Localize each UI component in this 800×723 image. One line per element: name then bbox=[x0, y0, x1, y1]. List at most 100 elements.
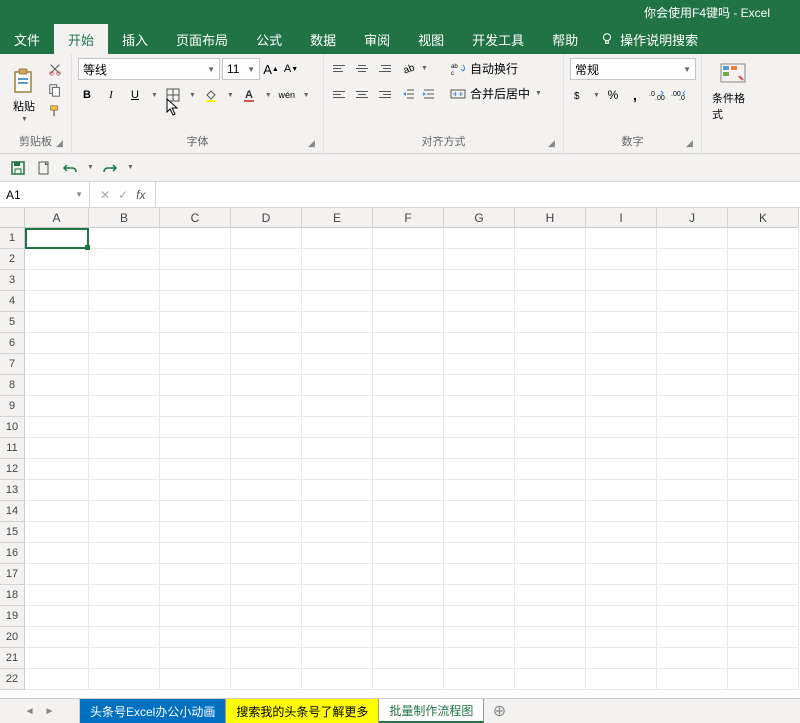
cell[interactable] bbox=[231, 417, 302, 438]
cell[interactable] bbox=[586, 669, 657, 690]
cell[interactable] bbox=[89, 417, 160, 438]
cell[interactable] bbox=[160, 669, 231, 690]
cell[interactable] bbox=[728, 669, 799, 690]
increase-indent-button[interactable] bbox=[420, 85, 438, 103]
tab-home[interactable]: 开始 bbox=[54, 24, 108, 54]
cell[interactable] bbox=[160, 333, 231, 354]
row-header[interactable]: 4 bbox=[0, 291, 25, 312]
qat-new-button[interactable] bbox=[34, 158, 54, 178]
cell[interactable] bbox=[160, 417, 231, 438]
cell[interactable] bbox=[586, 396, 657, 417]
cell[interactable] bbox=[657, 543, 728, 564]
bold-button[interactable]: B bbox=[78, 86, 96, 104]
qat-redo-button[interactable] bbox=[100, 158, 120, 178]
cell[interactable] bbox=[89, 396, 160, 417]
row-header[interactable]: 9 bbox=[0, 396, 25, 417]
cell[interactable] bbox=[444, 669, 515, 690]
cell[interactable] bbox=[586, 543, 657, 564]
cell[interactable] bbox=[515, 249, 586, 270]
cell[interactable] bbox=[586, 228, 657, 249]
cell[interactable] bbox=[515, 480, 586, 501]
cell[interactable] bbox=[302, 459, 373, 480]
tab-file[interactable]: 文件 bbox=[0, 24, 54, 54]
cell[interactable] bbox=[586, 480, 657, 501]
cell[interactable] bbox=[728, 648, 799, 669]
cell[interactable] bbox=[373, 648, 444, 669]
cell[interactable] bbox=[728, 501, 799, 522]
cell[interactable] bbox=[515, 417, 586, 438]
cell[interactable] bbox=[657, 438, 728, 459]
tab-help[interactable]: 帮助 bbox=[538, 24, 592, 54]
cell[interactable] bbox=[728, 270, 799, 291]
cell[interactable] bbox=[302, 480, 373, 501]
cell[interactable] bbox=[657, 270, 728, 291]
row-header[interactable]: 8 bbox=[0, 375, 25, 396]
cell[interactable] bbox=[89, 270, 160, 291]
cell[interactable] bbox=[25, 396, 89, 417]
align-left-button[interactable] bbox=[330, 84, 350, 104]
cell[interactable] bbox=[89, 627, 160, 648]
cell[interactable] bbox=[25, 585, 89, 606]
cell[interactable] bbox=[160, 606, 231, 627]
tell-me-search[interactable]: 操作说明搜索 bbox=[600, 24, 698, 54]
cell[interactable] bbox=[160, 312, 231, 333]
cell[interactable] bbox=[89, 669, 160, 690]
cell[interactable] bbox=[373, 375, 444, 396]
cell[interactable] bbox=[373, 669, 444, 690]
cell[interactable] bbox=[586, 249, 657, 270]
border-button[interactable] bbox=[164, 86, 182, 104]
decrease-indent-button[interactable] bbox=[400, 85, 418, 103]
align-right-button[interactable] bbox=[374, 84, 394, 104]
column-header[interactable]: D bbox=[231, 208, 302, 228]
cell[interactable] bbox=[515, 606, 586, 627]
row-header[interactable]: 10 bbox=[0, 417, 25, 438]
cell[interactable] bbox=[515, 501, 586, 522]
cell[interactable] bbox=[515, 270, 586, 291]
cell[interactable] bbox=[373, 312, 444, 333]
cell[interactable] bbox=[89, 438, 160, 459]
cell[interactable] bbox=[89, 375, 160, 396]
cell[interactable] bbox=[515, 543, 586, 564]
cell[interactable] bbox=[657, 228, 728, 249]
row-header[interactable]: 6 bbox=[0, 333, 25, 354]
cell[interactable] bbox=[657, 648, 728, 669]
align-center-button[interactable] bbox=[352, 84, 372, 104]
cell[interactable] bbox=[231, 228, 302, 249]
cell[interactable] bbox=[231, 585, 302, 606]
cell[interactable] bbox=[444, 417, 515, 438]
cell[interactable] bbox=[89, 543, 160, 564]
column-header[interactable]: J bbox=[657, 208, 728, 228]
column-header[interactable]: G bbox=[444, 208, 515, 228]
row-header[interactable]: 18 bbox=[0, 585, 25, 606]
cell[interactable] bbox=[728, 375, 799, 396]
clipboard-dialog-launcher[interactable]: ◢ bbox=[56, 138, 68, 150]
cell[interactable] bbox=[373, 291, 444, 312]
cell[interactable] bbox=[25, 522, 89, 543]
row-header[interactable]: 21 bbox=[0, 648, 25, 669]
cell[interactable] bbox=[25, 564, 89, 585]
cell[interactable] bbox=[515, 396, 586, 417]
cell[interactable] bbox=[515, 459, 586, 480]
cell[interactable] bbox=[657, 333, 728, 354]
cell[interactable] bbox=[160, 480, 231, 501]
cell[interactable] bbox=[586, 354, 657, 375]
cell[interactable] bbox=[444, 375, 515, 396]
cell[interactable] bbox=[657, 627, 728, 648]
underline-button[interactable]: U bbox=[126, 86, 144, 104]
tab-view[interactable]: 视图 bbox=[404, 24, 458, 54]
cell[interactable] bbox=[25, 669, 89, 690]
cell[interactable] bbox=[586, 564, 657, 585]
cell[interactable] bbox=[728, 585, 799, 606]
cell[interactable] bbox=[373, 354, 444, 375]
select-all-corner[interactable] bbox=[0, 208, 25, 228]
cell[interactable] bbox=[231, 270, 302, 291]
cell[interactable] bbox=[302, 270, 373, 291]
cell[interactable] bbox=[25, 312, 89, 333]
cell[interactable] bbox=[586, 627, 657, 648]
cell[interactable] bbox=[444, 564, 515, 585]
row-header[interactable]: 17 bbox=[0, 564, 25, 585]
cell[interactable] bbox=[302, 522, 373, 543]
sheet-nav-next[interactable]: ► bbox=[45, 706, 55, 717]
cell[interactable] bbox=[160, 501, 231, 522]
cell[interactable] bbox=[160, 585, 231, 606]
